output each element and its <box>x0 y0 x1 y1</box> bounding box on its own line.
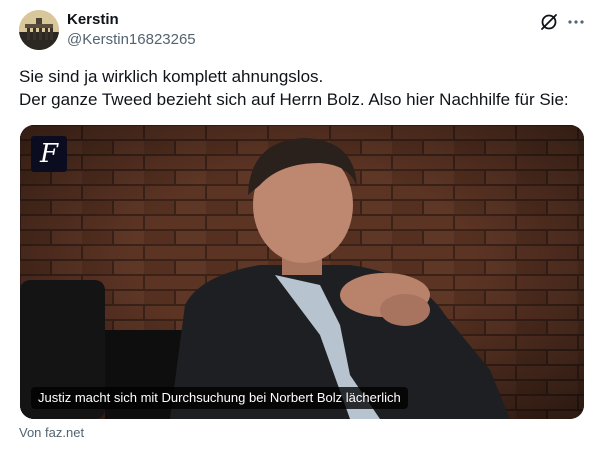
card-source-link[interactable]: Von faz.net <box>19 425 84 441</box>
tweet: Kerstin @Kerstin16823265 Sie sind ja wir… <box>0 0 600 449</box>
card-photo <box>20 125 584 419</box>
more-icon[interactable] <box>567 12 585 32</box>
grok-icon[interactable] <box>539 12 559 32</box>
card-headline[interactable]: Justiz macht sich mit Durchsuchung bei N… <box>31 387 408 409</box>
faz-logo: F <box>31 136 67 172</box>
author-name[interactable]: Kerstin <box>67 11 119 29</box>
author-handle[interactable]: @Kerstin16823265 <box>67 31 196 49</box>
tweet-text: Sie sind ja wirklich komplett ahnungslos… <box>19 65 589 111</box>
link-card[interactable]: F Justiz macht sich mit Durchsuchung bei… <box>20 125 584 419</box>
avatar[interactable] <box>19 10 59 50</box>
tweet-text-line-1: Sie sind ja wirklich komplett ahnungslos… <box>19 67 324 86</box>
faz-logo-glyph: F <box>39 139 59 169</box>
tweet-text-line-2: Der ganze Tweed bezieht sich auf Herrn B… <box>19 90 569 109</box>
